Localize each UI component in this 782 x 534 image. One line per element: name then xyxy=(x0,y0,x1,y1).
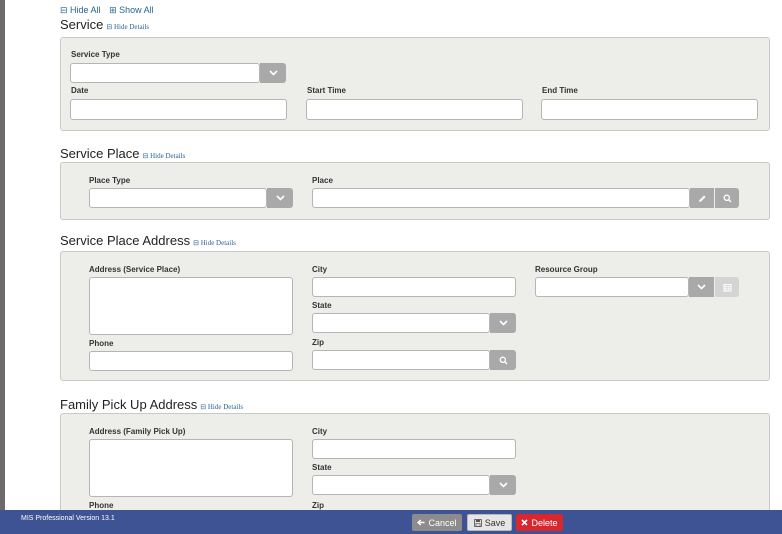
service-place-address-hide-details-link[interactable]: ⊟ Hide Details xyxy=(193,239,236,247)
save-button[interactable]: Save xyxy=(467,514,512,531)
resource-group-dropdown-button[interactable] xyxy=(689,277,714,297)
service-place-address-title-text: Service Place Address xyxy=(60,233,191,248)
service-place-phone-label: Phone xyxy=(89,339,114,348)
hide-all-link[interactable]: ⊟ Hide All xyxy=(60,5,101,15)
end-time-input[interactable] xyxy=(541,99,758,120)
service-place-state-select[interactable] xyxy=(312,313,490,333)
place-type-label: Place Type xyxy=(89,176,131,185)
footer-bar: MIS Professional Version 13.1 Cancel Sav… xyxy=(0,510,782,534)
service-place-zip-search-button[interactable] xyxy=(490,350,516,370)
service-panel: Service Type Date Start Time End Time xyxy=(60,37,770,131)
service-place-state-label: State xyxy=(312,301,332,310)
service-place-address-textarea[interactable] xyxy=(89,277,293,335)
family-pickup-address-textarea[interactable] xyxy=(89,439,293,497)
family-pickup-hide-details-link[interactable]: ⊟ Hide Details xyxy=(200,403,243,411)
service-place-title-text: Service Place xyxy=(60,146,140,161)
family-pickup-phone-label: Phone xyxy=(89,501,114,510)
version-text: MIS Professional Version 13.1 xyxy=(21,515,115,522)
family-pickup-city-label: City xyxy=(312,427,328,436)
floppy-disk-icon xyxy=(473,518,482,527)
save-button-label: Save xyxy=(484,517,506,528)
cancel-button[interactable]: Cancel xyxy=(412,514,462,531)
resource-group-label: Resource Group xyxy=(535,265,598,274)
pencil-icon xyxy=(698,195,705,202)
search-place-button[interactable] xyxy=(715,188,739,208)
service-place-address-label: Address (Service Place) xyxy=(89,265,181,274)
place-type-select[interactable] xyxy=(89,188,267,208)
search-icon xyxy=(499,356,507,364)
chevron-down-icon xyxy=(268,70,278,76)
place-type-dropdown-button[interactable] xyxy=(267,188,293,208)
service-title-text: Service xyxy=(60,17,104,32)
close-icon xyxy=(521,519,529,526)
resource-group-select[interactable] xyxy=(535,277,689,297)
service-place-city-label: City xyxy=(312,265,328,274)
service-section-title: Service ⊟ Hide Details xyxy=(60,17,149,32)
chevron-down-icon xyxy=(697,284,706,290)
service-hide-details-link[interactable]: ⊟ Hide Details xyxy=(106,23,149,31)
family-pickup-state-label: State xyxy=(312,463,332,472)
family-pickup-section-title: Family Pick Up Address ⊟ Hide Details xyxy=(60,397,243,412)
family-pickup-panel: Address (Family Pick Up) Phone City Stat… xyxy=(60,413,770,525)
delete-button[interactable]: Delete xyxy=(516,514,563,531)
arrow-left-icon xyxy=(417,519,425,526)
date-input[interactable] xyxy=(70,99,287,120)
left-edge-strip xyxy=(0,0,5,534)
family-pickup-state-dropdown-button[interactable] xyxy=(490,475,516,495)
date-label: Date xyxy=(71,86,89,95)
start-time-label: Start Time xyxy=(307,86,346,95)
service-place-city-input[interactable] xyxy=(312,277,516,297)
service-place-zip-label: Zip xyxy=(312,338,324,347)
place-label: Place xyxy=(312,176,333,185)
end-time-label: End Time xyxy=(542,86,578,95)
search-icon xyxy=(723,194,731,202)
place-input[interactable] xyxy=(312,188,690,208)
expand-collapse-links: ⊟ Hide All ⊞ Show All xyxy=(60,5,160,16)
calendar-icon xyxy=(723,283,731,291)
service-type-label: Service Type xyxy=(71,50,120,59)
service-place-address-panel: Address (Service Place) Phone City State… xyxy=(60,251,770,381)
show-all-link[interactable]: ⊞ Show All xyxy=(109,5,154,15)
service-place-phone-input[interactable] xyxy=(89,351,293,371)
cancel-button-label: Cancel xyxy=(428,517,457,528)
service-place-panel: Place Type Place xyxy=(60,162,770,220)
service-place-hide-details-link[interactable]: ⊟ Hide Details xyxy=(142,152,185,160)
chevron-down-icon xyxy=(275,195,285,201)
delete-button-label: Delete xyxy=(531,517,558,528)
service-place-address-section-title: Service Place Address ⊟ Hide Details xyxy=(60,233,236,248)
service-place-section-title: Service Place ⊟ Hide Details xyxy=(60,146,185,161)
family-pickup-city-input[interactable] xyxy=(312,439,516,459)
family-pickup-title-text: Family Pick Up Address xyxy=(60,397,198,412)
edit-place-button[interactable] xyxy=(690,188,714,208)
resource-group-calendar-button[interactable] xyxy=(715,277,739,297)
family-pickup-state-select[interactable] xyxy=(312,475,490,495)
family-pickup-zip-label: Zip xyxy=(312,501,324,510)
start-time-input[interactable] xyxy=(306,99,523,120)
service-type-dropdown-button[interactable] xyxy=(260,63,286,83)
family-pickup-address-label: Address (Family Pick Up) xyxy=(89,427,186,436)
service-place-state-dropdown-button[interactable] xyxy=(490,313,516,333)
chevron-down-icon xyxy=(498,482,508,488)
chevron-down-icon xyxy=(498,320,508,326)
service-place-zip-input[interactable] xyxy=(312,350,490,370)
service-type-select[interactable] xyxy=(70,63,260,83)
